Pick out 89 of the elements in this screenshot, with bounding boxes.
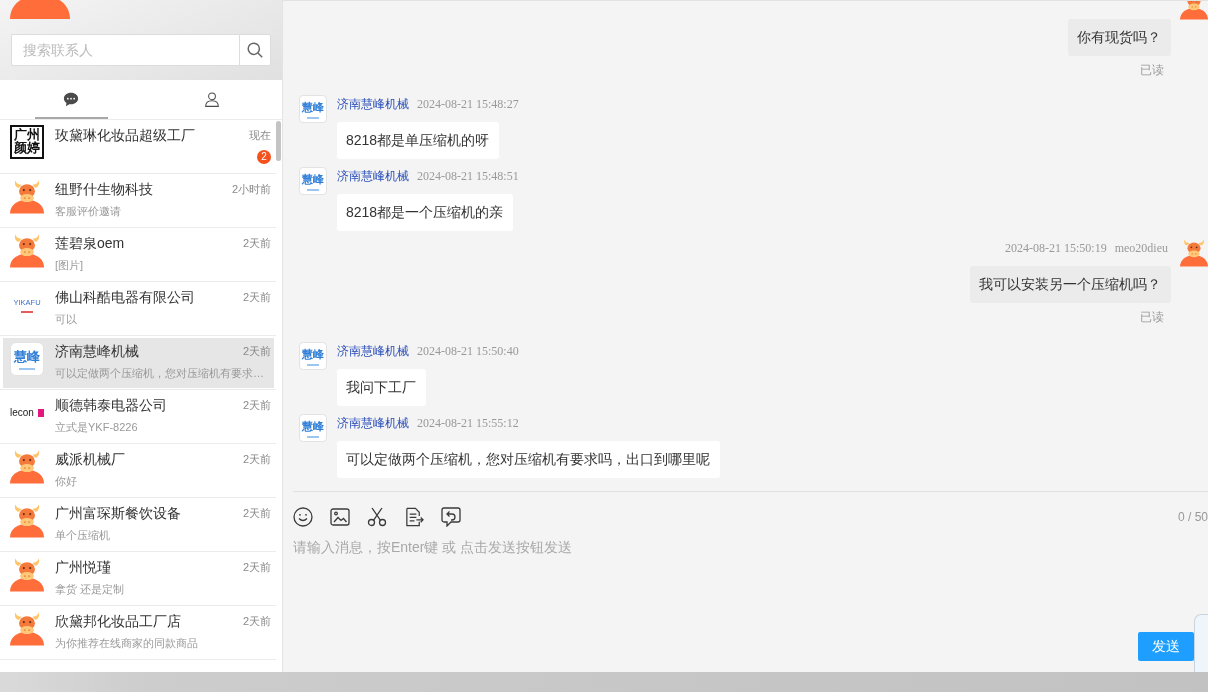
message-preview: 可以 <box>55 312 77 327</box>
contact-item[interactable]: 欣黛邦化妆品工厂店 2天前 为你推荐在线商家的同款商品 <box>0 606 276 660</box>
contact-item[interactable]: 广州悦瑾 2天前 拿货 还是定制 <box>0 552 276 606</box>
brand-logo: 广州颜婷 <box>10 125 44 159</box>
contact-time: 2天前 <box>242 614 271 629</box>
contact-item[interactable]: 广州颜婷 玫黛琳化妆品超级工厂 现在 2 <box>0 120 276 174</box>
read-status: 已读 <box>1140 309 1164 325</box>
image-icon <box>330 507 350 527</box>
contact-name: 莲碧泉oem <box>55 234 125 251</box>
contact-time: 2天前 <box>242 560 271 575</box>
message-preview: 为你推荐在线商家的同款商品 <box>55 636 198 651</box>
message-preview: 拿货 还是定制 <box>55 582 125 597</box>
message-time: 2024-08-21 15:55:12 <box>417 415 519 432</box>
message-time: 2024-08-21 15:48:27 <box>417 96 519 113</box>
toolbar-button[interactable] <box>367 507 387 527</box>
character-counter: 0 / 50 <box>1177 510 1208 524</box>
contact-name: 顺德韩泰电器公司 <box>55 396 167 413</box>
bull-avatar-icon <box>10 233 44 268</box>
message-bubble: 可以定做两个压缩机，您对压缩机有要求吗，出口到哪里呢 <box>337 441 720 478</box>
contact-item[interactable]: lecon 顺德韩泰电器公司 2天前 立式是YKF-8226 <box>0 390 276 444</box>
contact-time: 现在 <box>249 128 271 143</box>
scissors-icon <box>367 507 387 527</box>
contact-name: 威派机械厂 <box>55 450 125 467</box>
contact-name: 玫黛琳化妆品超级工厂 <box>55 126 195 143</box>
bull-avatar-icon <box>10 557 44 592</box>
message-bubble: 你有现货吗？ <box>1068 19 1171 56</box>
contact-time: 2天前 <box>242 344 271 359</box>
message-preview: [图片] <box>55 258 84 273</box>
message-time: 2024-08-21 15:50:40 <box>417 343 519 360</box>
search-field[interactable]: 搜索联系人 <box>11 34 239 66</box>
toolbar-button[interactable] <box>441 507 461 527</box>
contact-time: 2小时前 <box>231 182 271 197</box>
toolbar-button[interactable] <box>293 507 313 527</box>
bull-avatar-icon <box>10 0 70 20</box>
search-button[interactable] <box>239 34 271 66</box>
message-preview: 可以定做两个压缩机，您对压缩机有要求… <box>55 366 264 381</box>
sender-name: meo20dieu <box>1114 240 1168 257</box>
scrollbar-thumb[interactable] <box>276 121 281 161</box>
sender-name: 济南慧峰机械 <box>337 343 409 360</box>
toolbar-button[interactable] <box>404 507 424 527</box>
search-icon <box>247 42 263 58</box>
message-time: 2024-08-21 15:48:51 <box>417 168 519 185</box>
contact-name: 欣黛邦化妆品工厂店 <box>55 612 181 629</box>
message-bubble: 8218都是一个压缩机的亲 <box>337 194 514 231</box>
brand-logo: 慧峰 <box>299 414 327 442</box>
message-preview: 单个压缩机 <box>55 528 110 543</box>
unread-badge: 2 <box>257 150 271 164</box>
contact-time: 2天前 <box>242 398 271 413</box>
toolbar-button[interactable] <box>330 507 350 527</box>
message-preview: 你好 <box>55 474 77 489</box>
contact-item[interactable]: 威派机械厂 2天前 你好 <box>0 444 276 498</box>
message-bubble: 我可以安装另一个压缩机吗？ <box>970 266 1171 303</box>
message-preview: 客服评价邀请 <box>55 204 121 219</box>
contact-name: 佛山科酷电器有限公司 <box>55 288 195 305</box>
bull-avatar-icon <box>10 449 44 484</box>
contact-name: 纽野什生物科技 <box>55 180 153 197</box>
contact-time: 2天前 <box>242 236 271 251</box>
speech-bubble-arrow-icon <box>441 507 461 527</box>
bull-avatar-icon <box>10 503 44 538</box>
document-arrow-icon <box>404 507 424 527</box>
brand-logo: 慧峰 <box>299 95 327 123</box>
contact-time: 2天前 <box>242 290 271 305</box>
contact-item[interactable]: 莲碧泉oem 2天前 [图片] <box>0 228 276 282</box>
contact-item[interactable]: 广州富琛斯餐饮设备 2天前 单个压缩机 <box>0 498 276 552</box>
contact-time: 2天前 <box>242 452 271 467</box>
contact-name: 广州悦瑾 <box>55 558 111 575</box>
brand-logo: 慧峰 <box>10 341 44 376</box>
bull-avatar-icon <box>10 611 44 646</box>
message-preview: 立式是YKF-8226 <box>55 420 138 435</box>
chat-bubble-icon <box>62 92 79 107</box>
person-icon <box>203 92 220 107</box>
contact-item[interactable]: 慧峰 济南慧峰机械 2天前 可以定做两个压缩机，您对压缩机有要求… <box>0 336 276 390</box>
brand-logo: 慧峰 <box>299 342 327 370</box>
smiley-icon <box>293 507 313 527</box>
contact-name: 济南慧峰机械 <box>55 342 139 359</box>
message-time: 2024-08-21 15:50:19 <box>1005 240 1107 257</box>
sender-name: 济南慧峰机械 <box>337 96 409 113</box>
sender-name: 济南慧峰机械 <box>337 168 409 185</box>
brand-logo: 慧峰 <box>299 167 327 195</box>
sender-name: 济南慧峰机械 <box>337 415 409 432</box>
bull-avatar-icon <box>1180 239 1208 267</box>
contact-item[interactable]: 纽野什生物科技 2小时前 客服评价邀请 <box>0 174 276 228</box>
contact-name: 广州富琛斯餐饮设备 <box>55 504 181 521</box>
message-bubble: 我问下工厂 <box>337 369 426 406</box>
message-bubble: 8218都是单压缩机的呀 <box>337 122 500 159</box>
message-input[interactable]: 请输入消息，按Enter键 或 点击发送按钮发送 <box>293 537 1208 623</box>
contact-time: 2天前 <box>242 506 271 521</box>
read-status: 已读 <box>1140 62 1164 78</box>
bull-avatar-icon <box>10 179 44 214</box>
